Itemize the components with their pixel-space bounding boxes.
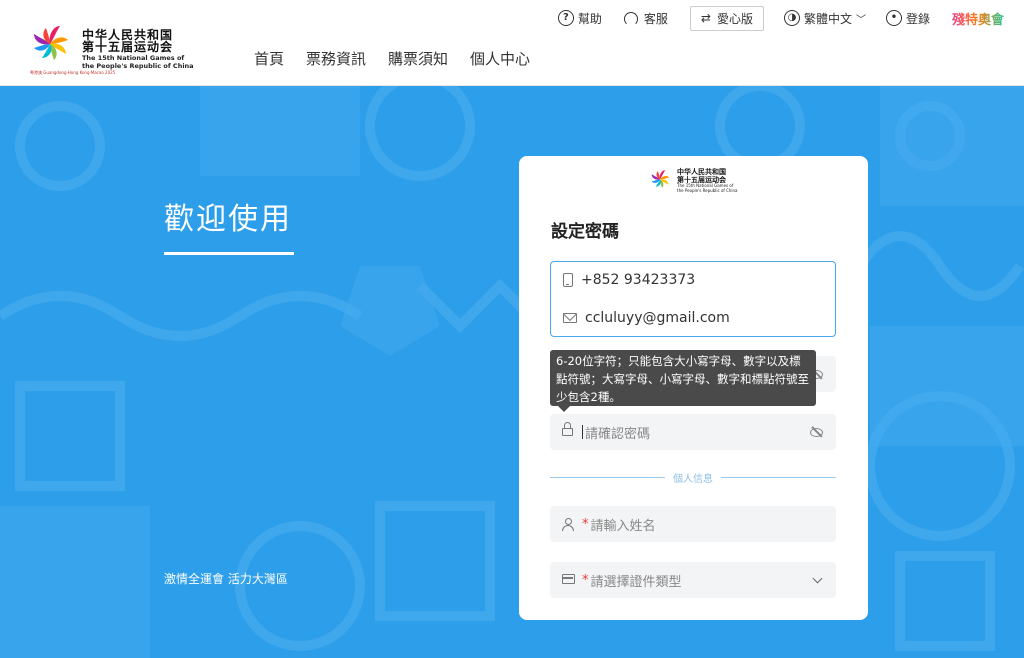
nav-personal-center[interactable]: 個人中心 [470, 48, 530, 69]
games-emblem-icon [649, 168, 673, 194]
logo-en-line-1: The 15th National Games of [82, 53, 185, 62]
required-marker: * [582, 516, 589, 532]
phone-row: +852 93423373 [563, 272, 695, 288]
mobile-phone-icon [563, 273, 573, 287]
hero-background: 歡迎使用 激情全運會 活力大灣區 中华人民共和国 第十五届运动会 The 15t… [0, 86, 1024, 658]
card-logo: 中华人民共和国 第十五届运动会 The 15th National Games … [649, 168, 738, 194]
set-password-card: 中华人民共和国 第十五届运动会 The 15th National Games … [519, 156, 868, 620]
logo-subtitle: 粤港澳 Guangdong·Hong Kong·Macao 2025 [30, 70, 116, 75]
user-icon [562, 518, 574, 531]
text-caret [582, 425, 583, 439]
user-circle-icon: • [885, 10, 902, 26]
name-input[interactable]: * 請輸入姓名 [550, 506, 836, 542]
form-title: 設定密碼 [551, 222, 619, 242]
accessible-version-button[interactable]: ⇄ 愛心版 [689, 5, 764, 31]
site-logo[interactable]: 粤港澳 Guangdong·Hong Kong·Macao 2025 中华人民共… [30, 24, 194, 75]
customer-service-link[interactable]: 客服 [622, 10, 668, 27]
utility-bar: ? 幫助 客服 ⇄ 愛心版 ◑ 繁體中文 ﹀ • 登錄 殘特奧會 [538, 5, 1004, 31]
accessible-label: 愛心版 [716, 11, 753, 26]
id-type-placeholder: 請選擇證件類型 [590, 574, 682, 590]
site-header: 粤港澳 Guangdong·Hong Kong·Macao 2025 中华人民共… [0, 0, 1024, 86]
id-type-select[interactable]: * 請選擇證件類型 [550, 562, 836, 598]
card-logo-text: 中华人民共和国 第十五届运动会 The 15th National Games … [677, 168, 738, 193]
logo-cn-line-2: 第十五届运动会 [82, 40, 174, 55]
logo-text: 中华人民共和国 第十五届运动会 The 15th National Games … [82, 28, 194, 70]
email-row: ccluluyy@gmail.com [563, 310, 730, 326]
login-label: 登錄 [905, 11, 930, 26]
welcome-underline [164, 252, 294, 255]
swap-arrows-icon: ⇄ [700, 11, 711, 25]
chevron-down-icon: ﹀ [855, 14, 866, 26]
contact-info-box[interactable]: +852 93423373 ccluluyy@gmail.com [550, 261, 836, 337]
section-divider: 個人信息 [550, 469, 836, 485]
envelope-icon [563, 313, 577, 323]
divider-line-left [550, 476, 665, 478]
name-placeholder: 請輸入姓名 [590, 518, 656, 534]
divider-line-right [721, 476, 836, 478]
section-label: 個人信息 [673, 473, 713, 485]
password-rules-tooltip: 6-20位字符；只能包含大小寫字母、數字以及標點符號；大寫字母、小寫字母、數字和… [550, 350, 816, 412]
hero-slogan: 激情全運會 活力大灣區 [164, 572, 288, 586]
chevron-down-icon [812, 573, 823, 583]
help-label: 幫助 [577, 11, 602, 26]
headset-icon [622, 11, 640, 26]
globe-icon: ◑ [783, 10, 800, 26]
question-circle-icon: ? [557, 10, 574, 26]
service-label: 客服 [643, 11, 668, 26]
login-link[interactable]: • 登錄 [885, 10, 930, 27]
language-selector[interactable]: ◑ 繁體中文 ﹀ [783, 10, 866, 27]
nav-purchase-notes[interactable]: 購票須知 [388, 48, 448, 69]
nav-home[interactable]: 首頁 [254, 48, 284, 69]
main-nav: 首頁 票務資訊 購票須知 個人中心 [254, 48, 530, 69]
email-value: ccluluyy@gmail.com [585, 310, 730, 326]
help-link[interactable]: ? 幫助 [557, 10, 602, 27]
logo-en-line-2: the People's Republic of China [82, 61, 194, 70]
games-emblem-icon: 粤港澳 Guangdong·Hong Kong·Macao 2025 [30, 24, 115, 75]
eye-off-icon[interactable] [810, 427, 824, 437]
lock-icon [562, 422, 574, 438]
language-label: 繁體中文 [803, 11, 852, 26]
paralympic-games-link[interactable]: 殘特奧會 [952, 9, 1004, 28]
card-logo-en-2: the People's Republic of China [677, 187, 738, 193]
id-card-icon [562, 574, 575, 586]
background-pattern [0, 86, 1024, 658]
phone-value: +852 93423373 [581, 272, 696, 288]
confirm-password-input[interactable]: 請確認密碼 [550, 414, 836, 450]
required-marker: * [582, 572, 589, 588]
confirm-password-placeholder: 請確認密碼 [585, 426, 651, 442]
welcome-heading: 歡迎使用 [164, 202, 292, 237]
nav-ticket-info[interactable]: 票務資訊 [306, 48, 366, 69]
